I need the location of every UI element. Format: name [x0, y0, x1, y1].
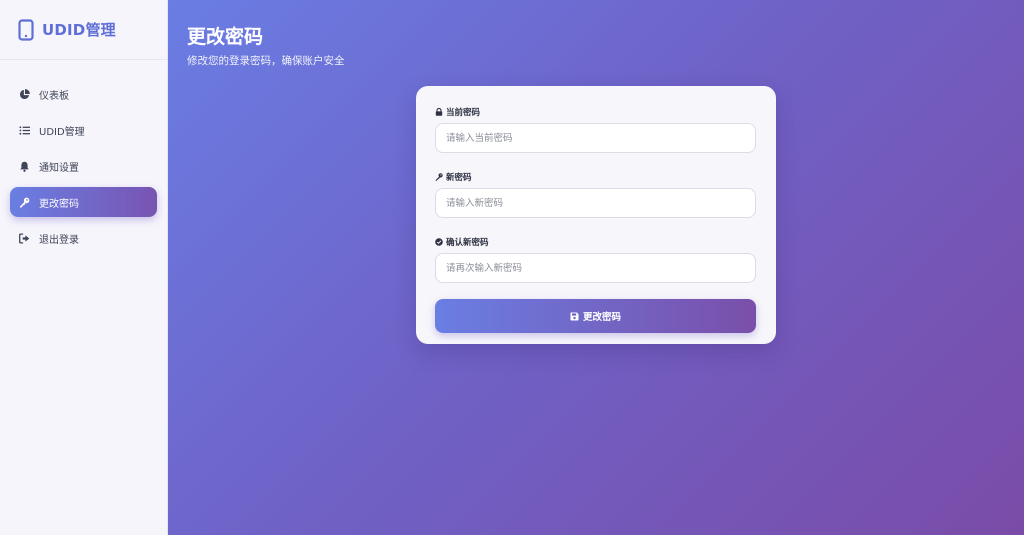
- sidebar-item-udid[interactable]: UDID管理: [10, 115, 157, 145]
- change-password-button-label: 更改密码: [582, 312, 621, 323]
- sidebar-item-dashboard[interactable]: 仪表板: [10, 79, 157, 109]
- sidebar-item-label: 更改密码: [39, 198, 79, 210]
- confirm-password-label: 确认新密码: [435, 236, 757, 248]
- change-password-form: 当前密码 新密码 确认新密码 更改密码: [416, 86, 776, 344]
- lock-icon: [435, 108, 443, 116]
- bell-icon: [18, 160, 30, 172]
- page-subtitle: 修改您的登录密码，确保账户安全: [187, 55, 345, 67]
- brand-title: UDID管理: [42, 21, 116, 39]
- current-password-input[interactable]: [435, 123, 756, 153]
- brand[interactable]: UDID管理: [0, 0, 167, 60]
- check-circle-icon: [435, 238, 443, 246]
- confirm-password-label-text: 确认新密码: [446, 238, 489, 248]
- new-password-label: 新密码: [435, 171, 757, 183]
- current-password-label-text: 当前密码: [446, 108, 481, 118]
- key-icon: [18, 196, 30, 208]
- main-content: 更改密码 修改您的登录密码，确保账户安全 当前密码 新密码 确认新密码 更改密码: [168, 0, 1024, 535]
- sidebar-nav: 仪表板 UDID管理 通知设置 更改密码 退出登录: [0, 60, 167, 253]
- current-password-label: 当前密码: [435, 106, 757, 118]
- new-password-input[interactable]: [435, 188, 756, 218]
- current-password-field: 当前密码: [435, 106, 757, 153]
- pie-chart-icon: [18, 88, 30, 100]
- new-password-field: 新密码: [435, 171, 757, 218]
- new-password-label-text: 新密码: [446, 173, 472, 183]
- sidebar-item-label: 仪表板: [39, 90, 69, 102]
- change-password-button[interactable]: 更改密码: [435, 299, 756, 333]
- sidebar-item-logout[interactable]: 退出登录: [10, 223, 157, 253]
- page-title: 更改密码: [187, 26, 264, 48]
- sidebar-item-notifications[interactable]: 通知设置: [10, 151, 157, 181]
- mobile-phone-icon: [18, 18, 34, 41]
- sidebar-item-label: 退出登录: [39, 234, 79, 246]
- sidebar: UDID管理 仪表板 UDID管理 通知设置 更改密码 退出登录: [0, 0, 168, 535]
- key-icon: [435, 173, 443, 181]
- sidebar-item-label: UDID管理: [39, 126, 85, 138]
- list-icon: [18, 124, 30, 136]
- sidebar-item-change-password[interactable]: 更改密码: [10, 187, 157, 217]
- logout-icon: [18, 232, 30, 244]
- confirm-password-field: 确认新密码: [435, 236, 757, 283]
- save-icon: [570, 312, 579, 320]
- sidebar-item-label: 通知设置: [39, 162, 79, 174]
- confirm-password-input[interactable]: [435, 253, 756, 283]
